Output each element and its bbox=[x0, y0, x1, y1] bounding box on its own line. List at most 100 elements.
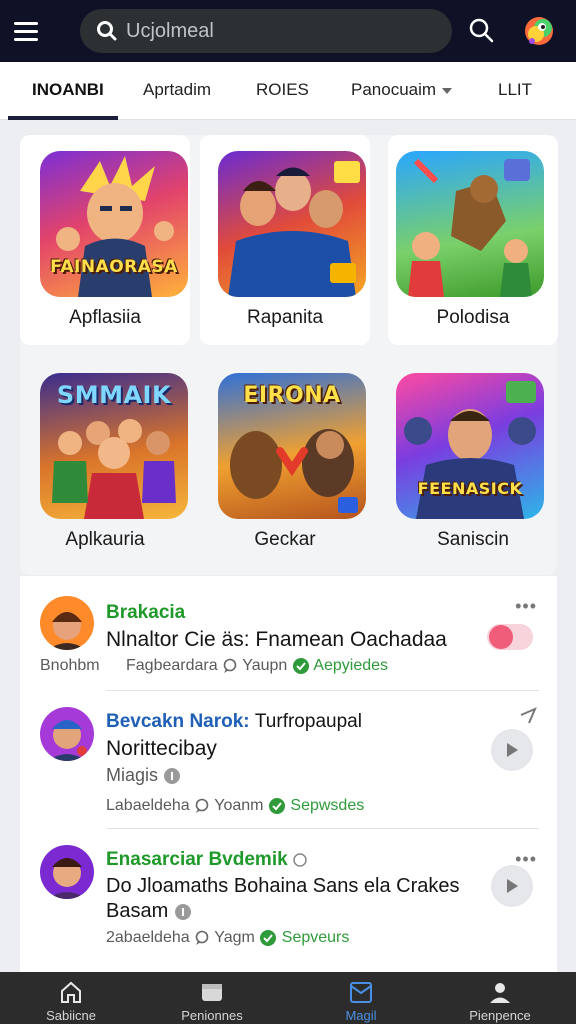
play-button[interactable] bbox=[491, 729, 533, 771]
play-icon bbox=[507, 879, 518, 893]
play-button[interactable] bbox=[491, 865, 533, 907]
profile-avatar-icon[interactable] bbox=[522, 14, 556, 48]
nav-item-profile[interactable]: Pienpence bbox=[445, 972, 555, 1024]
tab-aprtadim[interactable]: Aprtadim bbox=[143, 80, 211, 100]
avatar bbox=[40, 845, 94, 899]
item-title-text: Enasarciar Bvdemik bbox=[106, 849, 288, 870]
list-item[interactable]: Brakacia ••• Nlnaltor Cie äs: Fnamean Oa… bbox=[20, 576, 557, 690]
app-icon-image: SMMAIK bbox=[40, 373, 188, 519]
item-meta: 2abaeldeha Yagm Sepveurs bbox=[106, 929, 349, 947]
play-icon bbox=[507, 743, 518, 757]
top-app-bar bbox=[0, 0, 576, 62]
item-time: Yagm bbox=[214, 929, 255, 947]
nav-label: Magil bbox=[345, 1008, 377, 1023]
info-circle-icon bbox=[174, 903, 191, 920]
hamburger-menu-button[interactable] bbox=[14, 11, 54, 51]
search-icon bbox=[97, 21, 117, 41]
item-text: Norittecibay bbox=[106, 737, 217, 760]
item-time: Yaupn bbox=[242, 657, 288, 675]
app-card-apflasiia[interactable]: FAINAORASA Apflasiia bbox=[20, 135, 190, 345]
app-icon-image bbox=[396, 151, 544, 297]
list-item[interactable]: Bevcakn Narok: Turfropaupal Norittecibay… bbox=[20, 691, 557, 828]
tab-llit[interactable]: LLIT bbox=[498, 80, 532, 100]
app-card-geckar[interactable]: EIRONA Geckar bbox=[200, 357, 370, 567]
toggle-knob bbox=[489, 625, 513, 649]
avatar bbox=[40, 596, 94, 650]
app-tile-title: SMMAIK bbox=[56, 381, 172, 409]
app-label: Aplkauria bbox=[65, 529, 145, 550]
characters-group-icon bbox=[228, 161, 360, 297]
comment-icon bbox=[223, 658, 237, 673]
item-title-rest: Turfropaupal bbox=[254, 711, 362, 732]
home-icon bbox=[61, 981, 81, 1003]
item-meta-source: Fagbeardara bbox=[126, 657, 218, 675]
inbox-icon bbox=[350, 982, 372, 1003]
menu-icon-line bbox=[14, 29, 38, 33]
nav-item-games[interactable]: Magil bbox=[306, 972, 416, 1024]
tab-panocuaim-dropdown[interactable]: Panocuaim bbox=[351, 80, 453, 100]
item-title-prefix: Bevcakn Narok: bbox=[106, 711, 250, 732]
item-sub: Basam bbox=[106, 900, 192, 923]
search-icon[interactable] bbox=[466, 15, 498, 47]
app-tile-title: FEENASICK bbox=[417, 479, 523, 498]
adventure-characters-icon bbox=[408, 158, 532, 297]
comment-icon bbox=[195, 930, 209, 945]
info-circle-icon bbox=[164, 768, 181, 785]
app-card-polodisa[interactable]: Polodisa bbox=[388, 135, 558, 345]
item-title: Bevcakn Narok: Turfropaupal bbox=[106, 711, 362, 733]
item-sub: Miagis bbox=[106, 765, 181, 786]
search-input[interactable] bbox=[126, 19, 426, 43]
item-meta-source: Labaeldeha bbox=[106, 797, 190, 815]
app-icon-image: FEENASICK bbox=[396, 373, 544, 519]
tab-roies[interactable]: ROIES bbox=[256, 80, 309, 100]
list-item[interactable]: Enasarciar Bvdemik ••• Do Jloamaths Boha… bbox=[20, 829, 557, 963]
app-card-aplkauria[interactable]: SMMAIK Aplkauria bbox=[20, 357, 190, 567]
person-icon bbox=[490, 983, 510, 1003]
item-toggle[interactable] bbox=[487, 624, 533, 650]
app-icon-image bbox=[218, 151, 366, 297]
item-text: Do Jloamaths Bohaina Sans ela Crakes bbox=[106, 875, 460, 897]
item-text: Nlnaltor Cie äs: Fnamean Oachadaa bbox=[106, 628, 447, 651]
app-icon-image: FAINAORASA bbox=[40, 151, 188, 297]
activity-feed: Brakacia ••• Nlnaltor Cie äs: Fnamean Oa… bbox=[20, 576, 557, 974]
item-title: Enasarciar Bvdemik bbox=[106, 849, 307, 871]
search-bar[interactable] bbox=[80, 9, 452, 53]
item-time: Yoanm bbox=[214, 797, 264, 815]
send-icon[interactable] bbox=[519, 707, 537, 725]
bottom-navigation: Sabiicne Penionnes Magil Pienpence bbox=[0, 972, 576, 1024]
caret-down-icon bbox=[442, 87, 453, 94]
app-label: Geckar bbox=[254, 529, 316, 550]
app-label: Apflasiia bbox=[69, 307, 141, 328]
check-circle-icon bbox=[268, 798, 285, 814]
app-tile-title: FAINAORASA bbox=[50, 257, 178, 277]
menu-icon-line bbox=[14, 37, 38, 41]
nav-item-library[interactable]: Penionnes bbox=[157, 972, 267, 1024]
check-circle-icon bbox=[292, 658, 309, 674]
active-tab-indicator bbox=[8, 116, 118, 120]
folder-icon bbox=[202, 984, 222, 1001]
item-sub-text: Basam bbox=[106, 900, 169, 922]
apps-grid: FAINAORASA Apflasiia Rapanita Polodisa S… bbox=[20, 135, 558, 575]
info-circle-icon bbox=[293, 853, 307, 867]
category-tabs: INOANBI Aprtadim ROIES Panocuaim LLIT bbox=[0, 62, 576, 120]
nav-item-home[interactable]: Sabiicne bbox=[16, 972, 126, 1024]
more-options-icon[interactable]: ••• bbox=[515, 596, 537, 617]
menu-icon-line bbox=[14, 21, 38, 25]
app-card-saniscin[interactable]: FEENASICK Saniscin bbox=[388, 357, 558, 567]
app-label: Polodisa bbox=[436, 307, 510, 328]
app-tile-title: EIRONA bbox=[243, 383, 341, 408]
item-meta-left: Bnohbm bbox=[40, 657, 100, 674]
tab-label: Panocuaim bbox=[351, 80, 437, 99]
item-status: Aepyiedes bbox=[313, 657, 389, 675]
app-icon-image: EIRONA bbox=[218, 373, 366, 519]
app-label: Saniscin bbox=[437, 529, 509, 550]
app-card-rapanita[interactable]: Rapanita bbox=[200, 135, 370, 345]
item-meta: Labaeldeha Yoanm Sepwsdes bbox=[106, 797, 364, 815]
nav-label: Sabiicne bbox=[46, 1008, 96, 1023]
item-title: Brakacia bbox=[106, 602, 186, 623]
avatar bbox=[40, 707, 94, 761]
tab-inoanbi[interactable]: INOANBI bbox=[32, 80, 104, 100]
item-status: Sepwsdes bbox=[290, 797, 365, 815]
check-circle-icon bbox=[260, 930, 277, 946]
app-label: Rapanita bbox=[246, 307, 324, 328]
